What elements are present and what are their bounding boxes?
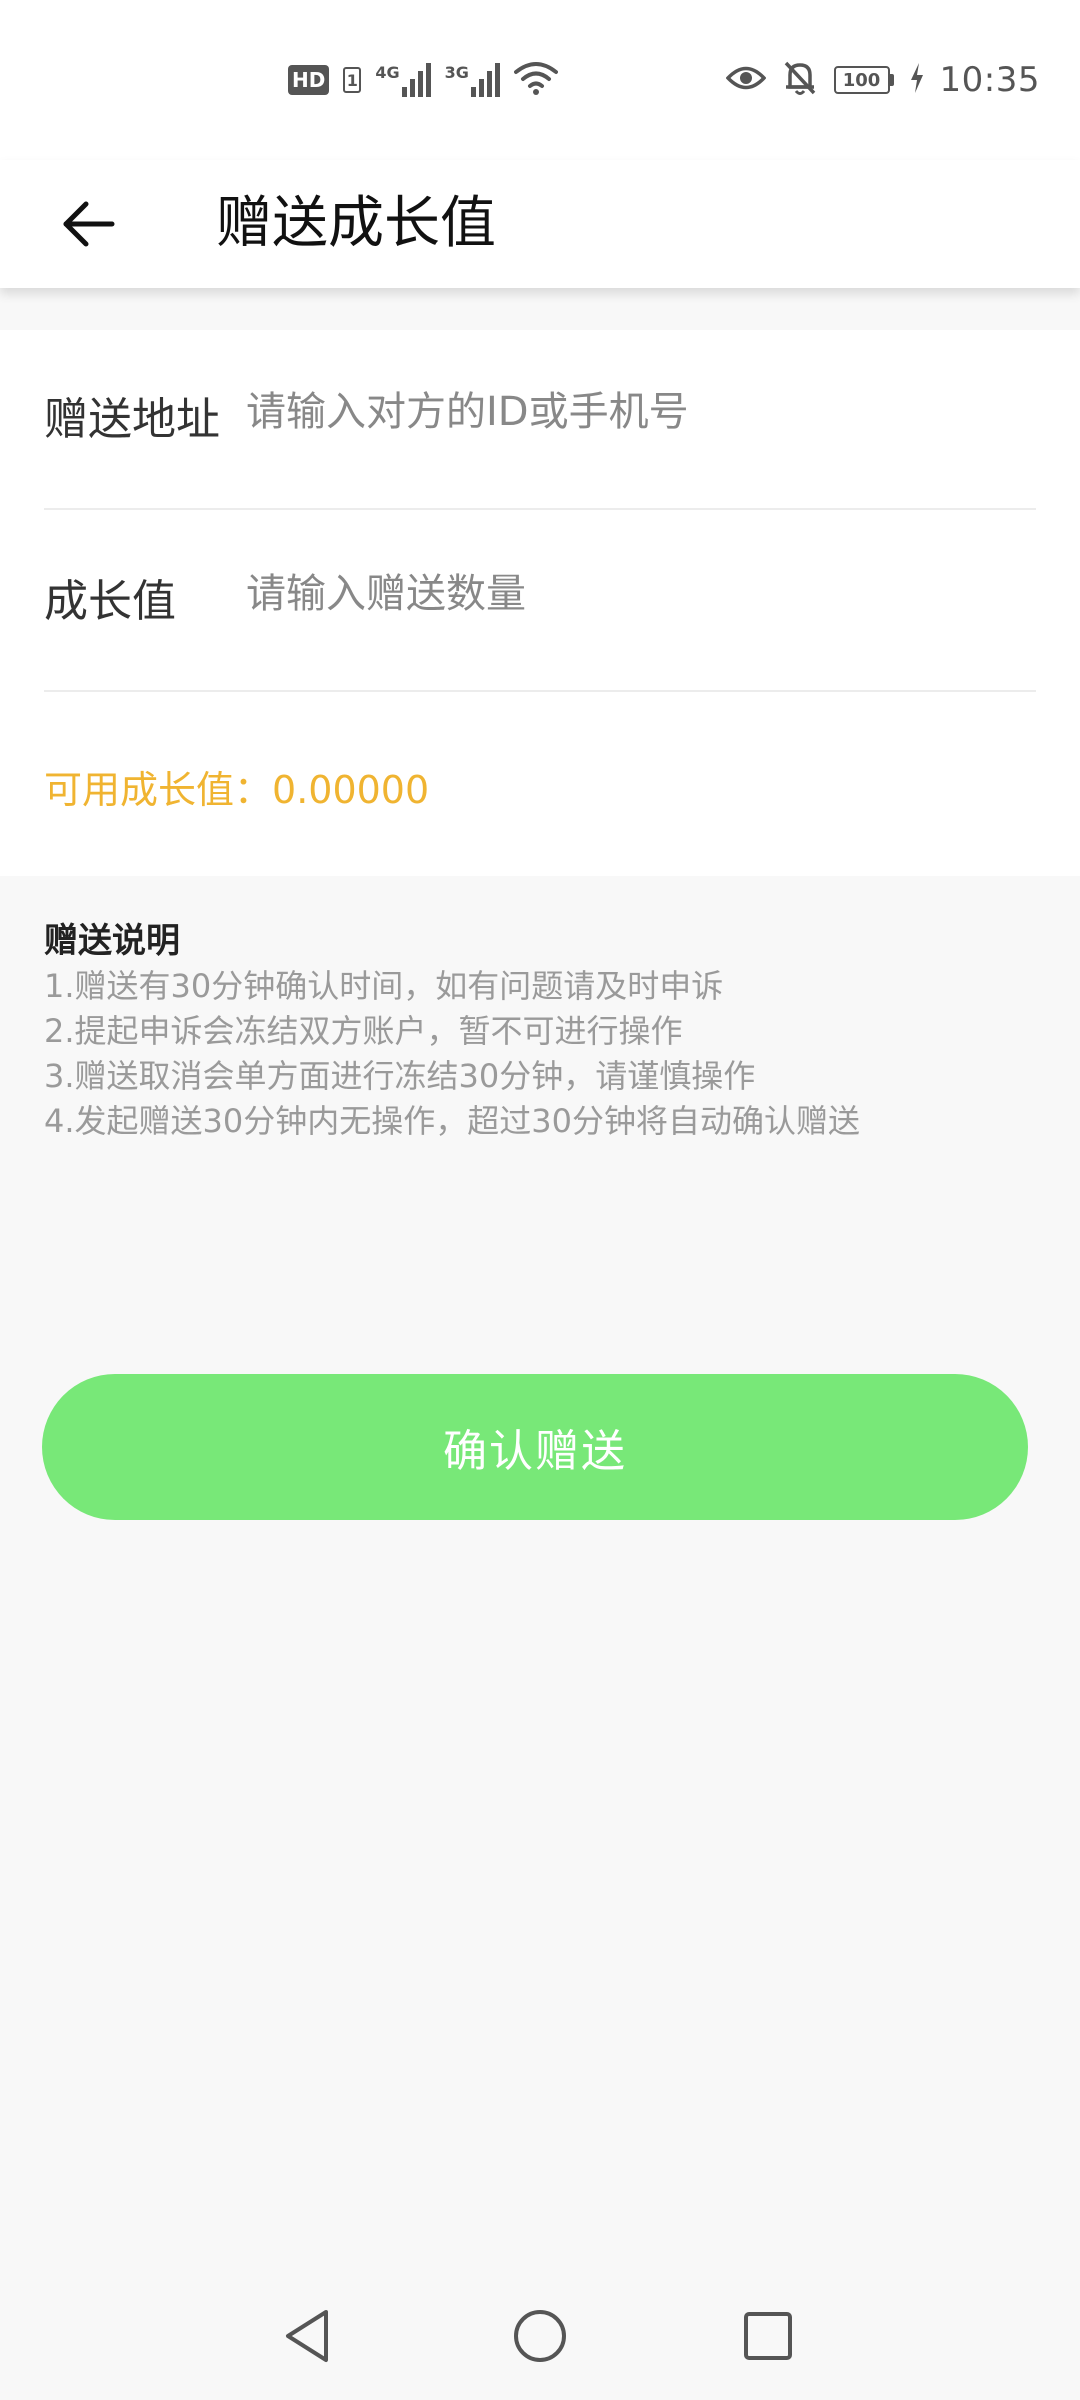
app-header: 赠送成长值: [0, 160, 1080, 288]
gift-notes: 赠送说明 1.赠送有30分钟确认时间，如有问题请及时申诉 2.提起申诉会冻结双方…: [44, 918, 1044, 1144]
square-recent-icon: [744, 2312, 792, 2360]
eye-icon: [725, 63, 766, 97]
page-title: 赠送成长值: [216, 191, 496, 256]
charging-bolt-icon: [910, 63, 924, 97]
address-row: 赠送地址: [44, 330, 1036, 510]
bell-off-icon: [782, 59, 818, 101]
battery-tip: [889, 74, 894, 86]
notes-item: 3.赠送取消会单方面进行冻结30分钟，请谨慎操作: [44, 1057, 756, 1095]
notes-item: 2.提起申诉会冻结双方账户，暂不可进行操作: [44, 1012, 683, 1050]
available-balance: 可用成长值： 0.00000: [44, 750, 429, 830]
notes-title: 赠送说明: [44, 921, 180, 961]
system-nav-bar: [0, 2280, 1080, 2400]
nav-recent-button[interactable]: [728, 2296, 808, 2376]
wifi-icon: [513, 60, 558, 100]
amount-row: 成长值: [44, 512, 1036, 692]
status-bar: HD 1 4G 3G 100 10:35: [0, 0, 1080, 160]
battery-level: 100: [833, 66, 890, 94]
circle-home-icon: [514, 2310, 566, 2362]
signal-3g: 3G: [445, 63, 500, 97]
signal-bars-icon: [470, 63, 500, 97]
network-type-label: 3G: [444, 63, 469, 82]
arrow-left-icon: [63, 201, 115, 247]
amount-label: 成长值: [44, 576, 176, 627]
battery-indicator: 100: [833, 66, 894, 94]
status-right: 100 10:35: [725, 52, 1040, 108]
available-label: 可用成长值：: [44, 768, 273, 812]
sim-number: 1: [343, 67, 362, 93]
network-type-label: 4G: [375, 63, 400, 82]
available-value: 0.00000: [272, 768, 430, 812]
nav-back-button[interactable]: [268, 2296, 348, 2376]
triangle-back-icon: [286, 2310, 328, 2362]
notes-item: 1.赠送有30分钟确认时间，如有问题请及时申诉: [44, 967, 724, 1005]
nav-home-button[interactable]: [500, 2296, 580, 2376]
signal-4g: 4G: [375, 63, 431, 97]
status-left: HD 1 4G 3G: [288, 58, 558, 102]
status-time: 10:35: [939, 60, 1040, 100]
address-input[interactable]: [246, 380, 1026, 444]
notes-item: 4.发起赠送30分钟内无操作，超过30分钟将自动确认赠送: [44, 1102, 860, 1140]
gift-form: 赠送地址 成长值 可用成长值： 0.00000: [0, 330, 1080, 876]
address-label: 赠送地址: [44, 394, 220, 445]
back-button[interactable]: [48, 184, 128, 264]
confirm-gift-button[interactable]: 确认赠送: [42, 1374, 1028, 1520]
amount-input[interactable]: [246, 562, 1026, 626]
hd-badge: HD: [288, 65, 330, 95]
signal-bars-icon: [401, 63, 431, 97]
